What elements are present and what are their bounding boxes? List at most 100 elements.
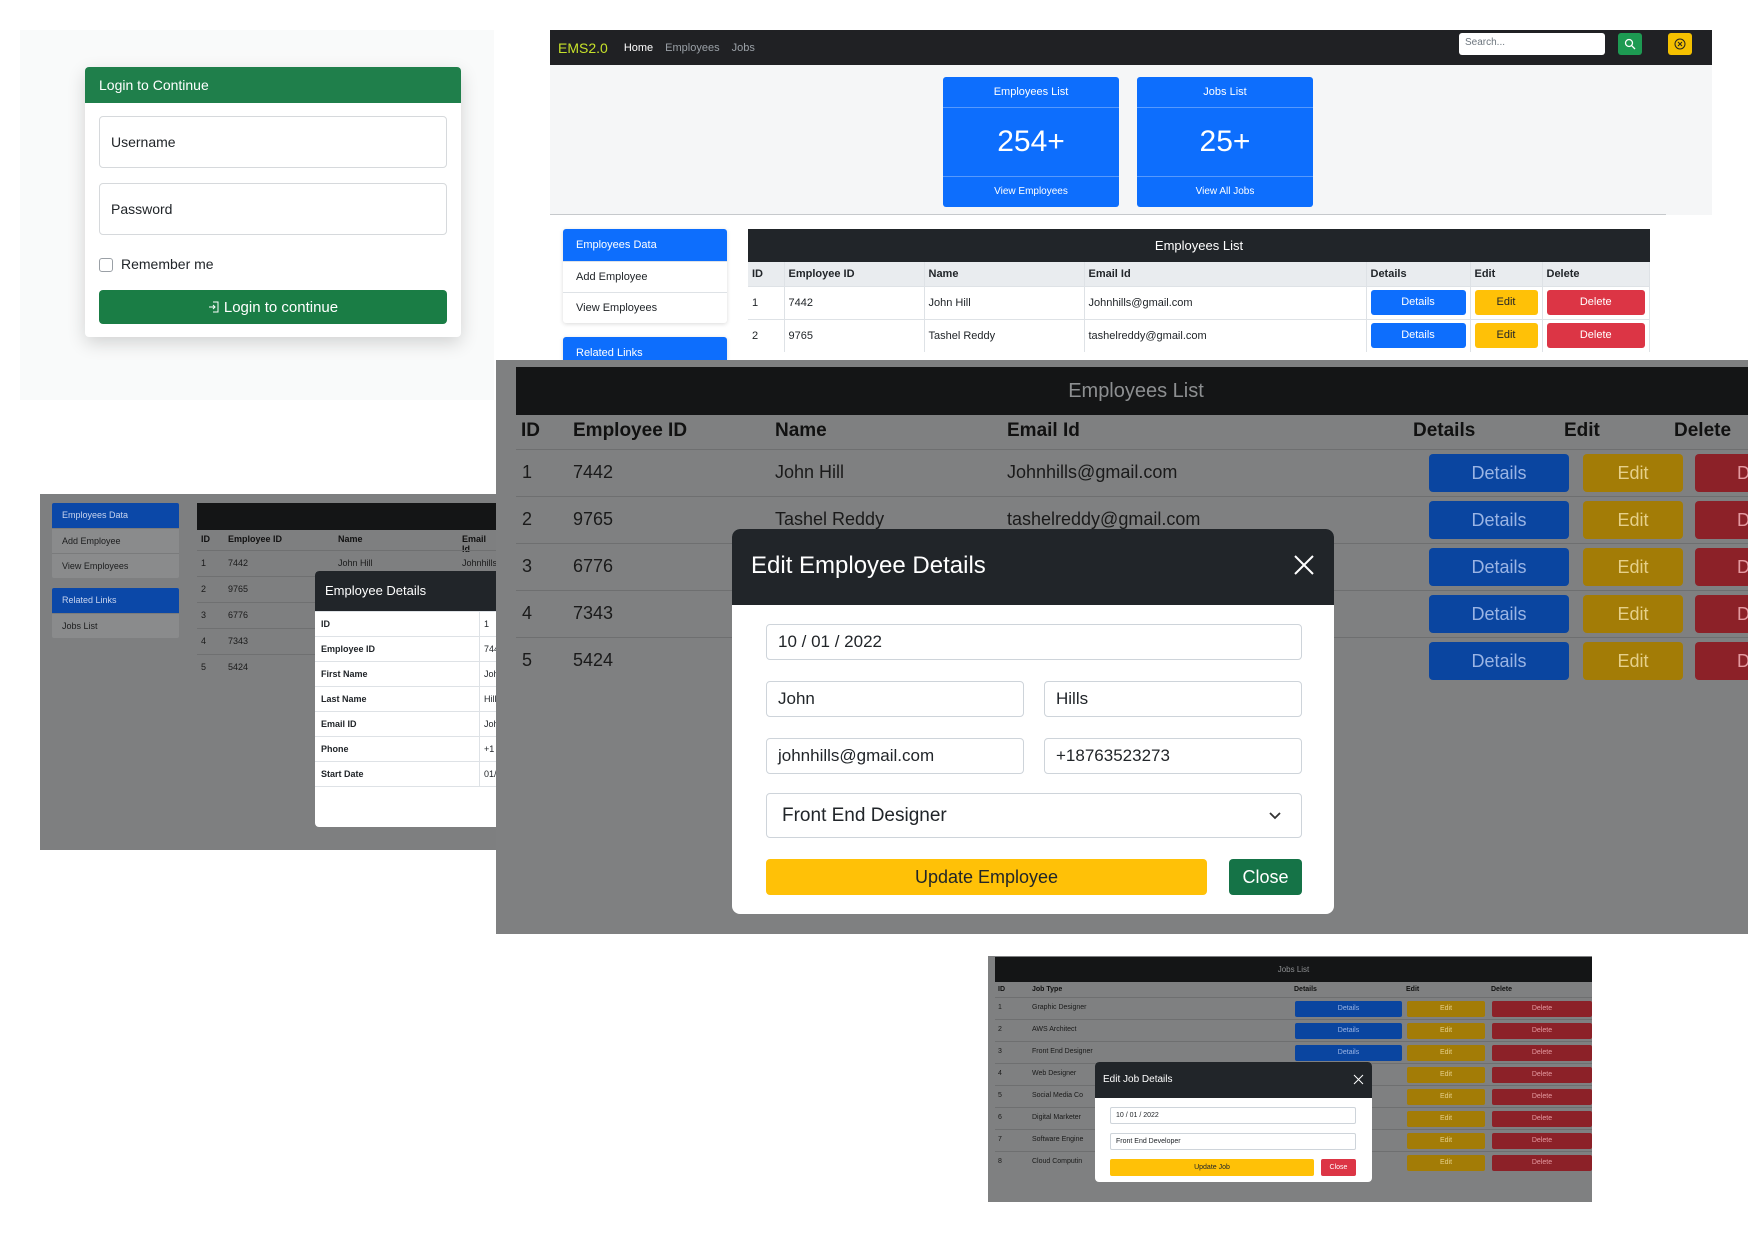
sidebar-related: Related Links <box>563 337 727 360</box>
search-icon <box>1624 38 1636 50</box>
delete-button[interactable]: Dele <box>1695 595 1748 633</box>
cell-id: 1 <box>522 462 533 482</box>
search-input[interactable]: Search... <box>1459 33 1605 55</box>
navbar: EMS2.0 Home Employees Jobs Search... <box>550 30 1712 65</box>
delete-button[interactable]: Delete <box>1492 1133 1592 1149</box>
delete-button[interactable]: Delete <box>1492 1023 1592 1039</box>
username-input[interactable]: Username <box>99 116 447 168</box>
delete-button[interactable]: Dele <box>1695 501 1748 539</box>
delete-button[interactable]: Delete <box>1546 323 1645 349</box>
cell-id: 3 <box>998 1048 1002 1055</box>
edit-button[interactable]: Edit <box>1583 548 1683 586</box>
close-icon[interactable] <box>1292 553 1316 577</box>
phone-field[interactable]: +18763523273 <box>1044 738 1302 774</box>
delete-button[interactable]: Dele <box>1695 642 1748 680</box>
cell-id: 6 <box>998 1114 1002 1121</box>
cell-employee-id: 6776 <box>228 610 249 620</box>
remember-checkbox[interactable] <box>99 258 113 272</box>
cell-email: Johnhills@gmail.com <box>1007 462 1178 482</box>
jobs-stat-card[interactable]: Jobs List 25+ View All Jobs <box>1137 77 1313 207</box>
details-button[interactable]: Details <box>1429 595 1569 633</box>
update-employee-button[interactable]: Update Employee <box>766 859 1207 895</box>
cell-id: 1 <box>998 1004 1002 1011</box>
delete-button[interactable]: Delete <box>1546 290 1645 315</box>
delete-button[interactable]: Dele <box>1695 454 1748 492</box>
last-name-field[interactable]: Hills <box>1044 681 1302 717</box>
edit-button[interactable]: Edit <box>1407 1111 1485 1127</box>
first-name-field[interactable]: John <box>766 681 1024 717</box>
detail-value: +1 <box>479 737 494 761</box>
view-employees-link[interactable]: View Employees <box>943 176 1119 206</box>
detail-row: Last Name Hill <box>315 686 496 711</box>
details-button[interactable]: Details <box>1295 1001 1402 1017</box>
cell-id: 5 <box>998 1092 1002 1099</box>
edit-button[interactable]: Edit <box>1474 290 1538 315</box>
details-button[interactable]: Details <box>1295 1045 1402 1061</box>
details-button[interactable]: Details <box>1429 454 1569 492</box>
job-date-field[interactable]: 10 / 01 / 2022 <box>1110 1107 1356 1124</box>
update-job-button[interactable]: Update Job <box>1110 1159 1314 1176</box>
edit-button[interactable]: Edit <box>1583 501 1683 539</box>
table-row: 1 Graphic Designer Details Edit Delete <box>995 997 1592 1019</box>
delete-button[interactable]: Delete <box>1492 1045 1592 1061</box>
nav-employees[interactable]: Employees <box>665 42 719 54</box>
sidebar-item-add-employee[interactable]: Add Employee <box>52 528 179 553</box>
sidebar-heading[interactable]: Related Links <box>563 337 727 360</box>
column-header: Email Id <box>1084 262 1367 286</box>
close-icon[interactable] <box>1353 1074 1364 1085</box>
edit-button[interactable]: Edit <box>1407 1089 1485 1105</box>
edit-button[interactable]: Edit <box>1407 1045 1485 1061</box>
cell-id: 5 <box>201 662 207 672</box>
delete-button[interactable]: Delete <box>1492 1155 1592 1171</box>
edit-button[interactable]: Edit <box>1583 454 1683 492</box>
column-header: Email Id <box>1007 420 1080 441</box>
brand-logo[interactable]: EMS2.0 <box>558 40 608 56</box>
job-type-field[interactable]: Front End Developer <box>1110 1133 1356 1150</box>
details-button[interactable]: Details <box>1429 548 1569 586</box>
login-button[interactable]: Login to continue <box>99 290 447 324</box>
edit-button[interactable]: Edit <box>1474 323 1538 349</box>
delete-button[interactable]: Dele <box>1695 548 1748 586</box>
delete-button[interactable]: Delete <box>1492 1067 1592 1083</box>
details-button[interactable]: Details <box>1429 642 1569 680</box>
cell-details: Details <box>1366 318 1471 352</box>
employees-stat-card[interactable]: Employees List 254+ View Employees <box>943 77 1119 207</box>
edit-button[interactable]: Edit <box>1407 1001 1485 1017</box>
details-button[interactable]: Details <box>1370 323 1466 349</box>
sidebar-item-view-employees[interactable]: View Employees <box>563 292 727 323</box>
details-button[interactable]: Details <box>1429 501 1569 539</box>
column-header: Employee ID <box>784 262 925 286</box>
sidebar-heading[interactable]: Related Links <box>52 588 179 613</box>
start-date-field[interactable]: 10 / 01 / 2022 <box>766 624 1302 660</box>
delete-button[interactable]: Delete <box>1492 1089 1592 1105</box>
password-input[interactable]: Password <box>99 183 447 235</box>
delete-button[interactable]: Delete <box>1492 1111 1592 1127</box>
detail-row: Phone +1 <box>315 736 496 761</box>
search-button[interactable] <box>1618 33 1642 55</box>
close-button[interactable]: Close <box>1321 1159 1356 1176</box>
close-button[interactable]: Close <box>1229 859 1302 895</box>
email-field[interactable]: johnhills@gmail.com <box>766 738 1024 774</box>
detail-row: First Name Joh <box>315 661 496 686</box>
logout-button[interactable] <box>1668 33 1692 55</box>
edit-button[interactable]: Edit <box>1583 642 1683 680</box>
edit-button[interactable]: Edit <box>1583 595 1683 633</box>
nav-home[interactable]: Home <box>624 42 653 54</box>
sidebar-item-view-employees[interactable]: View Employees <box>52 553 179 578</box>
delete-button[interactable]: Delete <box>1492 1001 1592 1017</box>
sidebar-item-add-employee[interactable]: Add Employee <box>563 261 727 292</box>
details-button[interactable]: Details <box>1370 290 1466 315</box>
edit-button[interactable]: Edit <box>1407 1155 1485 1171</box>
sidebar-heading[interactable]: Employees Data <box>563 229 727 261</box>
job-select[interactable]: Front End Designer <box>766 793 1302 838</box>
edit-button[interactable]: Edit <box>1407 1133 1485 1149</box>
employees-table: Employees List ID Employee ID Name Email… <box>748 229 1650 352</box>
sidebar-item-jobs-list[interactable]: Jobs List <box>52 613 179 638</box>
nav-jobs[interactable]: Jobs <box>732 42 755 54</box>
view-jobs-link[interactable]: View All Jobs <box>1137 176 1313 206</box>
edit-button[interactable]: Edit <box>1407 1023 1485 1039</box>
details-button[interactable]: Details <box>1295 1023 1402 1039</box>
stat-value: 254+ <box>997 125 1065 158</box>
edit-button[interactable]: Edit <box>1407 1067 1485 1083</box>
sidebar-heading[interactable]: Employees Data <box>52 503 179 528</box>
